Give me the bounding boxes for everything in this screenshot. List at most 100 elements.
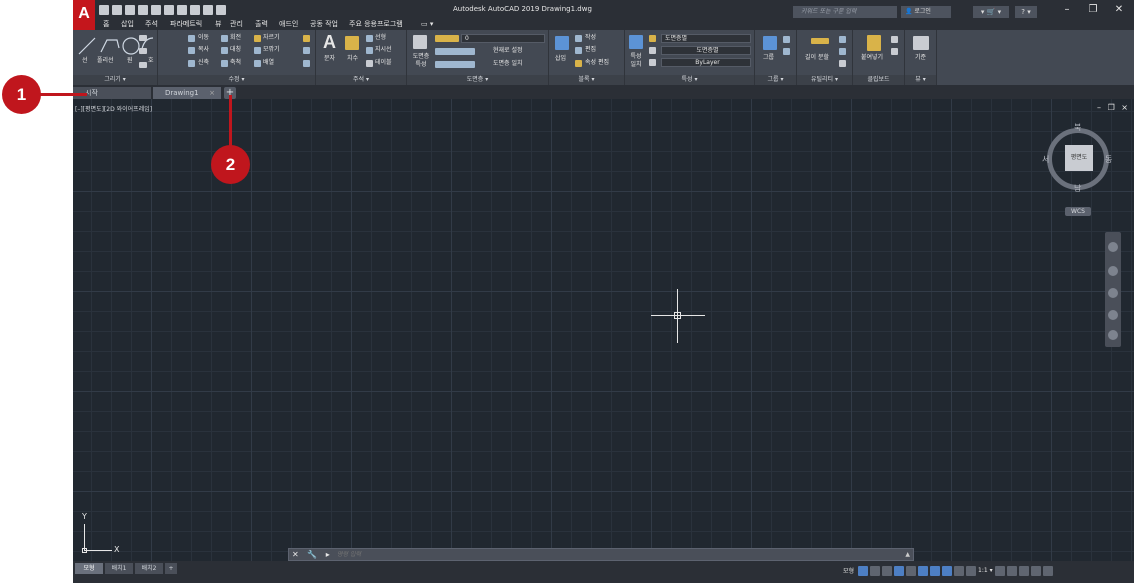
hatch-icon[interactable] bbox=[139, 62, 147, 68]
tab-parametric[interactable]: 파라메트릭 bbox=[170, 19, 202, 30]
isodraft-icon[interactable] bbox=[906, 565, 917, 576]
tool-divide-length[interactable]: 길이 분할 bbox=[805, 54, 829, 62]
offset-icon[interactable] bbox=[303, 60, 310, 67]
tool-set-current[interactable]: 현재로 설정 bbox=[493, 47, 523, 55]
model-space-toggle[interactable]: 모형 bbox=[843, 566, 854, 575]
new-icon[interactable] bbox=[99, 4, 109, 15]
tool-group[interactable]: 그룹 bbox=[763, 54, 774, 62]
add-layout-button[interactable]: + bbox=[165, 563, 177, 574]
compass-north[interactable]: 북 bbox=[1074, 122, 1081, 133]
minimize-button[interactable]: – bbox=[1057, 3, 1077, 17]
layout-tab-layout2[interactable]: 배치2 bbox=[135, 563, 163, 574]
login-button[interactable]: 👤 로그인 bbox=[901, 6, 951, 18]
object-snap-tracking-icon[interactable] bbox=[918, 565, 929, 576]
tool-copy[interactable]: 복사 bbox=[198, 46, 209, 54]
tool-leader[interactable]: 지시선 bbox=[375, 46, 392, 54]
customization-menu-icon[interactable] bbox=[1042, 565, 1053, 576]
copy-clip-icon[interactable] bbox=[891, 48, 898, 55]
tool-table[interactable]: 테이블 bbox=[375, 59, 392, 67]
tool-rotate[interactable]: 회전 bbox=[230, 34, 241, 42]
close-icon[interactable]: × bbox=[209, 87, 215, 99]
steering-wheel-icon[interactable] bbox=[1108, 242, 1118, 252]
file-tab-drawing1[interactable]: Drawing1 × bbox=[153, 87, 221, 99]
tab-home[interactable]: 홈 bbox=[103, 19, 109, 30]
workspace-gear-icon[interactable] bbox=[994, 565, 1005, 576]
viewcube[interactable]: 평면도 북 남 동 서 WCS bbox=[1042, 122, 1112, 216]
erase-icon[interactable] bbox=[303, 35, 310, 42]
select-all-icon[interactable] bbox=[839, 48, 846, 55]
ungroup-icon[interactable] bbox=[783, 36, 790, 43]
explode-icon[interactable] bbox=[303, 47, 310, 54]
tool-trim[interactable]: 자르기 bbox=[263, 34, 280, 42]
clean-screen-icon[interactable] bbox=[1030, 565, 1041, 576]
tool-line[interactable]: 선 bbox=[82, 57, 88, 65]
tab-output[interactable]: 출력 bbox=[255, 19, 268, 30]
layout-tab-model[interactable]: 모형 bbox=[75, 563, 103, 574]
rectangle-icon[interactable] bbox=[139, 35, 147, 41]
layer-tool-icons-row2[interactable] bbox=[435, 61, 475, 68]
undo-icon[interactable] bbox=[190, 4, 200, 15]
command-history-arrow-icon[interactable]: ▲ bbox=[905, 549, 910, 560]
orbit-icon[interactable] bbox=[1108, 310, 1118, 320]
calculator-icon[interactable] bbox=[839, 60, 846, 67]
viewport-window-controls[interactable]: – ❐ × bbox=[1097, 103, 1130, 112]
viewport-controls-label[interactable]: [–][평면도][2D 와이어프레임] bbox=[75, 104, 152, 113]
tool-dimension[interactable]: 치수 bbox=[347, 55, 358, 63]
search-input[interactable]: 키워드 또는 구문 입력 bbox=[793, 6, 897, 18]
viewcube-face-top[interactable]: 평면도 bbox=[1065, 145, 1093, 171]
layout-tab-layout1[interactable]: 배치1 bbox=[105, 563, 133, 574]
compass-west[interactable]: 서 bbox=[1042, 154, 1049, 165]
command-line-buttons[interactable]: ✕ 🔧 ▸ bbox=[292, 549, 333, 560]
close-window-button[interactable]: ✕ bbox=[1109, 3, 1129, 17]
snap-icon[interactable] bbox=[870, 565, 881, 576]
open-web-icon[interactable] bbox=[151, 4, 161, 15]
redo-icon[interactable] bbox=[203, 4, 213, 15]
tool-insert[interactable]: 삽입 bbox=[555, 55, 566, 63]
tab-view[interactable]: 뷰 bbox=[215, 19, 221, 30]
annotation-scale-value[interactable]: 1:1 ▾ bbox=[978, 567, 993, 574]
auto-scale-icon[interactable] bbox=[954, 565, 965, 576]
plot-icon[interactable] bbox=[177, 4, 187, 15]
customize-qat-icon[interactable] bbox=[216, 4, 226, 15]
wcs-menu[interactable]: WCS bbox=[1065, 207, 1091, 216]
open-icon[interactable] bbox=[112, 4, 122, 15]
maximize-button[interactable]: ❐ bbox=[1083, 3, 1103, 17]
tool-paste[interactable]: 붙여넣기 bbox=[861, 54, 883, 62]
zoom-icon[interactable] bbox=[1108, 288, 1118, 298]
object-snap-icon[interactable] bbox=[930, 565, 941, 576]
tab-manage[interactable]: 관리 bbox=[230, 19, 243, 30]
tool-fillet[interactable]: 모깎기 bbox=[263, 46, 280, 54]
linetype-dropdown[interactable]: 도면층별 bbox=[661, 46, 751, 55]
panel-layers-title[interactable]: 도면층 ▾ bbox=[407, 75, 548, 85]
command-input[interactable] bbox=[337, 549, 857, 560]
lineweight-dropdown[interactable]: ByLayer bbox=[661, 58, 751, 67]
annotation-visibility-icon[interactable] bbox=[942, 565, 953, 576]
help-button[interactable]: ? ▾ bbox=[1015, 6, 1037, 18]
panel-modify-title[interactable]: 수정 ▾ bbox=[158, 75, 315, 85]
annotation-monitor-icon[interactable] bbox=[1006, 565, 1017, 576]
tab-annotate[interactable]: 주석 bbox=[145, 19, 158, 30]
tool-mirror[interactable]: 대칭 bbox=[230, 46, 241, 54]
isolate-objects-icon[interactable] bbox=[1018, 565, 1029, 576]
cut-icon[interactable] bbox=[891, 36, 898, 43]
showmotion-icon[interactable] bbox=[1108, 330, 1118, 340]
tool-edit[interactable]: 편집 bbox=[585, 46, 596, 54]
panel-groups-title[interactable]: 그룹 ▾ bbox=[755, 75, 796, 85]
tool-text[interactable]: 문자 bbox=[324, 55, 335, 63]
tool-match-properties[interactable]: 특성 일치 bbox=[627, 53, 645, 69]
group-edit-icon[interactable] bbox=[783, 48, 790, 55]
panel-block-title[interactable]: 블록 ▾ bbox=[549, 75, 624, 85]
compass-east[interactable]: 동 bbox=[1105, 154, 1112, 165]
tool-create[interactable]: 작성 bbox=[585, 34, 596, 42]
compass-south[interactable]: 남 bbox=[1074, 183, 1081, 194]
tool-base[interactable]: 기준 bbox=[915, 54, 926, 62]
layer-tool-icons-row1[interactable] bbox=[435, 48, 475, 55]
panel-annotation-title[interactable]: 주석 ▾ bbox=[316, 75, 406, 85]
application-menu-button[interactable]: A bbox=[73, 0, 95, 30]
color-dropdown[interactable]: 도면층별 bbox=[661, 34, 751, 43]
tool-linear[interactable]: 선형 bbox=[375, 34, 386, 42]
panel-view-title[interactable]: 뷰 ▾ bbox=[905, 75, 936, 85]
tool-move[interactable]: 이동 bbox=[198, 34, 209, 42]
tool-circle[interactable]: 원 bbox=[127, 57, 133, 65]
tool-layer-properties[interactable]: 도면층 특성 bbox=[410, 53, 432, 69]
